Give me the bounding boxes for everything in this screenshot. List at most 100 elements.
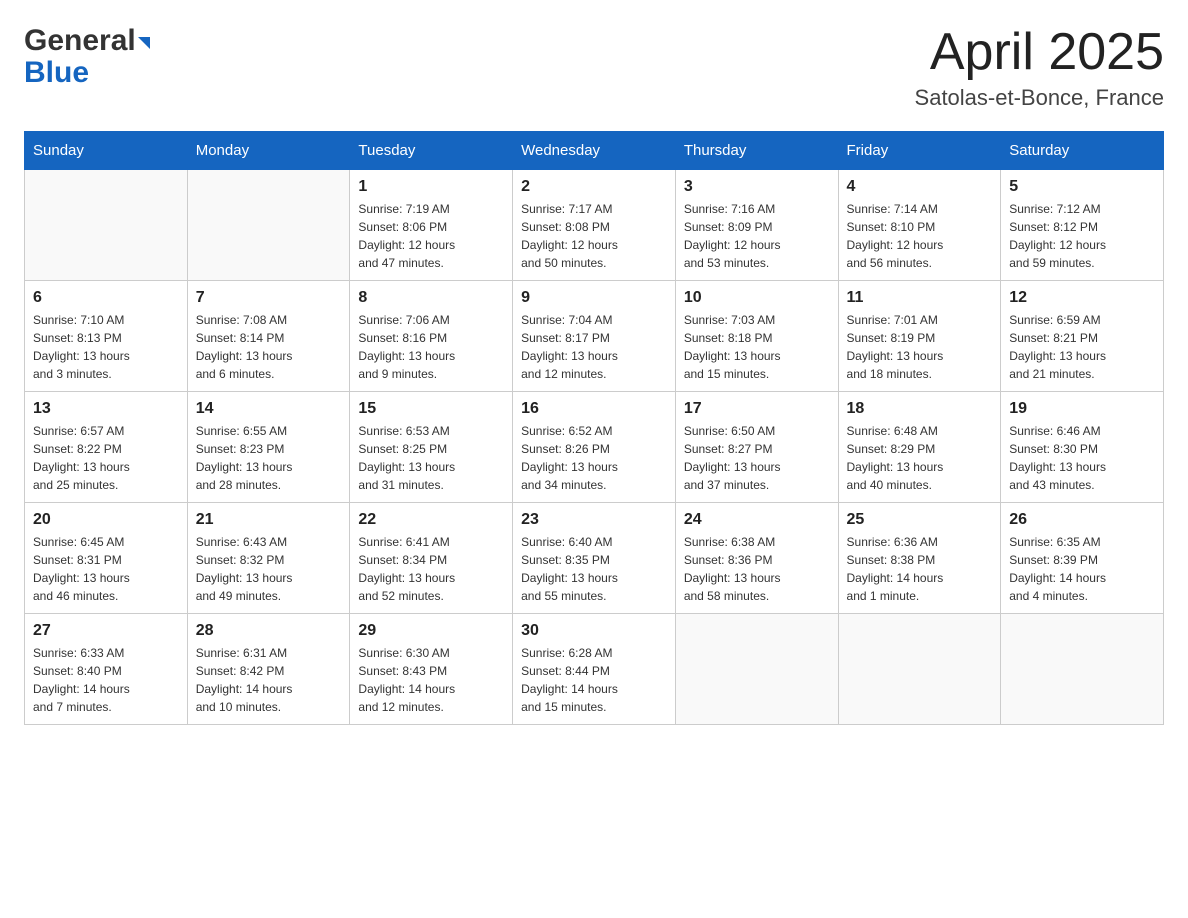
day-number: 23: [521, 511, 667, 529]
calendar-cell: 18Sunrise: 6:48 AM Sunset: 8:29 PM Dayli…: [838, 392, 1001, 503]
day-number: 13: [33, 400, 179, 418]
day-info: Sunrise: 6:28 AM Sunset: 8:44 PM Dayligh…: [521, 644, 667, 716]
day-info: Sunrise: 7:10 AM Sunset: 8:13 PM Dayligh…: [33, 311, 179, 383]
calendar-cell: 2Sunrise: 7:17 AM Sunset: 8:08 PM Daylig…: [513, 170, 676, 281]
column-header-friday: Friday: [838, 132, 1001, 170]
calendar-cell: 16 Sunrise: 6:52 AM Sunset: 8:26 PM Dayli…: [513, 392, 676, 503]
day-number: 30: [521, 622, 667, 640]
calendar-cell: 25 Sunrise: 6:36 AM Sunset: 8:38 PM Dayli…: [838, 503, 1001, 614]
calendar-cell: 30 Sunrise: 6:28 AM Sunset: 8:44 PM Dayli…: [513, 614, 676, 725]
calendar-header-row: SundayMondayTuesdayWednesdayThursdayFrid…: [25, 132, 1164, 170]
day-info: Sunrise: 7:04 AM Sunset: 8:17 PM Dayligh…: [521, 311, 667, 383]
calendar-cell: 29Sunrise: 6:30 AM Sunset: 8:43 PM Dayli…: [350, 614, 513, 725]
day-info: Sunrise: 6:33 AM Sunset: 8:40 PM Dayligh…: [33, 644, 179, 716]
day-number: 21: [196, 511, 342, 529]
title-block: April 2025 Satolas-et-Bonce, France: [915, 24, 1164, 111]
day-number: 20: [33, 511, 179, 529]
day-number: 3: [684, 178, 830, 196]
day-info: Sunrise: 6:59 AM Sunset: 8:21 PM Dayligh…: [1009, 311, 1155, 383]
calendar-week-row: 6 Sunrise: 7:10 AM Sunset: 8:13 PM Daylig…: [25, 281, 1164, 392]
calendar-cell: 23 Sunrise: 6:40 AM Sunset: 8:35 PM Dayli…: [513, 503, 676, 614]
calendar-cell: 17Sunrise: 6:50 AM Sunset: 8:27 PM Dayli…: [675, 392, 838, 503]
calendar-cell: [187, 170, 350, 281]
day-number: 25: [847, 511, 993, 529]
calendar-cell: 26 Sunrise: 6:35 AM Sunset: 8:39 PM Dayli…: [1001, 503, 1164, 614]
calendar-cell: 4 Sunrise: 7:14 AM Sunset: 8:10 PM Daylig…: [838, 170, 1001, 281]
calendar-cell: 24 Sunrise: 6:38 AM Sunset: 8:36 PM Dayli…: [675, 503, 838, 614]
day-number: 7: [196, 289, 342, 307]
column-header-sunday: Sunday: [25, 132, 188, 170]
day-info: Sunrise: 6:55 AM Sunset: 8:23 PM Dayligh…: [196, 422, 342, 494]
calendar-cell: 15Sunrise: 6:53 AM Sunset: 8:25 PM Dayli…: [350, 392, 513, 503]
day-number: 6: [33, 289, 179, 307]
logo-blue-text: Blue: [24, 56, 89, 90]
day-info: Sunrise: 6:52 AM Sunset: 8:26 PM Dayligh…: [521, 422, 667, 494]
day-number: 16: [521, 400, 667, 418]
calendar-cell: [1001, 614, 1164, 725]
logo-arrow-icon: [138, 37, 150, 49]
calendar-cell: [25, 170, 188, 281]
location-subtitle: Satolas-et-Bonce, France: [915, 85, 1164, 111]
day-info: Sunrise: 6:41 AM Sunset: 8:34 PM Dayligh…: [358, 533, 504, 605]
day-info: Sunrise: 6:36 AM Sunset: 8:38 PM Dayligh…: [847, 533, 993, 605]
day-info: Sunrise: 6:53 AM Sunset: 8:25 PM Dayligh…: [358, 422, 504, 494]
calendar-cell: 8Sunrise: 7:06 AM Sunset: 8:16 PM Daylig…: [350, 281, 513, 392]
column-header-thursday: Thursday: [675, 132, 838, 170]
day-number: 18: [847, 400, 993, 418]
calendar-cell: 21 Sunrise: 6:43 AM Sunset: 8:32 PM Dayli…: [187, 503, 350, 614]
calendar-table: SundayMondayTuesdayWednesdayThursdayFrid…: [24, 131, 1164, 725]
day-info: Sunrise: 7:03 AM Sunset: 8:18 PM Dayligh…: [684, 311, 830, 383]
calendar-cell: 22 Sunrise: 6:41 AM Sunset: 8:34 PM Dayli…: [350, 503, 513, 614]
calendar-title: April 2025: [915, 24, 1164, 81]
calendar-cell: 7 Sunrise: 7:08 AM Sunset: 8:14 PM Daylig…: [187, 281, 350, 392]
day-number: 28: [196, 622, 342, 640]
day-info: Sunrise: 6:40 AM Sunset: 8:35 PM Dayligh…: [521, 533, 667, 605]
calendar-cell: [838, 614, 1001, 725]
day-info: Sunrise: 6:30 AM Sunset: 8:43 PM Dayligh…: [358, 644, 504, 716]
day-number: 4: [847, 178, 993, 196]
calendar-cell: 19Sunrise: 6:46 AM Sunset: 8:30 PM Dayli…: [1001, 392, 1164, 503]
day-info: Sunrise: 6:43 AM Sunset: 8:32 PM Dayligh…: [196, 533, 342, 605]
day-number: 24: [684, 511, 830, 529]
calendar-week-row: 1Sunrise: 7:19 AM Sunset: 8:06 PM Daylig…: [25, 170, 1164, 281]
day-info: Sunrise: 6:38 AM Sunset: 8:36 PM Dayligh…: [684, 533, 830, 605]
day-info: Sunrise: 7:08 AM Sunset: 8:14 PM Dayligh…: [196, 311, 342, 383]
calendar-cell: 20 Sunrise: 6:45 AM Sunset: 8:31 PM Dayli…: [25, 503, 188, 614]
day-info: Sunrise: 7:14 AM Sunset: 8:10 PM Dayligh…: [847, 200, 993, 272]
day-number: 10: [684, 289, 830, 307]
calendar-cell: 28 Sunrise: 6:31 AM Sunset: 8:42 PM Dayli…: [187, 614, 350, 725]
column-header-wednesday: Wednesday: [513, 132, 676, 170]
day-number: 5: [1009, 178, 1155, 196]
calendar-cell: 14 Sunrise: 6:55 AM Sunset: 8:23 PM Dayli…: [187, 392, 350, 503]
day-info: Sunrise: 6:57 AM Sunset: 8:22 PM Dayligh…: [33, 422, 179, 494]
calendar-cell: 27Sunrise: 6:33 AM Sunset: 8:40 PM Dayli…: [25, 614, 188, 725]
logo-general-text: General: [24, 24, 136, 58]
logo: General Blue: [24, 24, 150, 90]
column-header-tuesday: Tuesday: [350, 132, 513, 170]
calendar-cell: 1Sunrise: 7:19 AM Sunset: 8:06 PM Daylig…: [350, 170, 513, 281]
calendar-cell: 5 Sunrise: 7:12 AM Sunset: 8:12 PM Daylig…: [1001, 170, 1164, 281]
day-number: 14: [196, 400, 342, 418]
page-header: General Blue April 2025 Satolas-et-Bonce…: [24, 24, 1164, 111]
day-number: 8: [358, 289, 504, 307]
calendar-cell: 11 Sunrise: 7:01 AM Sunset: 8:19 PM Dayli…: [838, 281, 1001, 392]
day-number: 17: [684, 400, 830, 418]
calendar-week-row: 27Sunrise: 6:33 AM Sunset: 8:40 PM Dayli…: [25, 614, 1164, 725]
column-header-saturday: Saturday: [1001, 132, 1164, 170]
day-number: 2: [521, 178, 667, 196]
day-number: 11: [847, 289, 993, 307]
day-info: Sunrise: 7:12 AM Sunset: 8:12 PM Dayligh…: [1009, 200, 1155, 272]
calendar-week-row: 13 Sunrise: 6:57 AM Sunset: 8:22 PM Dayli…: [25, 392, 1164, 503]
calendar-week-row: 20 Sunrise: 6:45 AM Sunset: 8:31 PM Dayli…: [25, 503, 1164, 614]
day-info: Sunrise: 7:16 AM Sunset: 8:09 PM Dayligh…: [684, 200, 830, 272]
calendar-cell: 9Sunrise: 7:04 AM Sunset: 8:17 PM Daylig…: [513, 281, 676, 392]
calendar-cell: [675, 614, 838, 725]
day-info: Sunrise: 6:45 AM Sunset: 8:31 PM Dayligh…: [33, 533, 179, 605]
day-info: Sunrise: 6:35 AM Sunset: 8:39 PM Dayligh…: [1009, 533, 1155, 605]
day-number: 1: [358, 178, 504, 196]
day-info: Sunrise: 6:31 AM Sunset: 8:42 PM Dayligh…: [196, 644, 342, 716]
day-number: 26: [1009, 511, 1155, 529]
calendar-cell: 6 Sunrise: 7:10 AM Sunset: 8:13 PM Daylig…: [25, 281, 188, 392]
day-number: 22: [358, 511, 504, 529]
day-info: Sunrise: 7:01 AM Sunset: 8:19 PM Dayligh…: [847, 311, 993, 383]
